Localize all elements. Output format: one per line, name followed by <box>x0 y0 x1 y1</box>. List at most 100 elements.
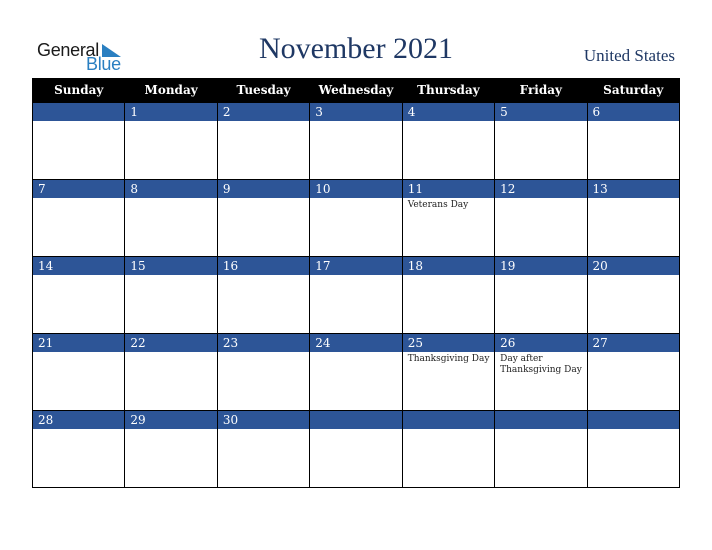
holiday-label <box>588 429 679 431</box>
holiday-label <box>218 198 309 200</box>
day-number: 27 <box>587 334 679 352</box>
day-cell[interactable]: 3 <box>309 102 403 180</box>
day-cell[interactable]: 25 Thanksgiving Day <box>401 333 496 411</box>
week-row: 7 8 9 10 11 Veterans Day 12 13 <box>31 179 681 257</box>
holiday-label <box>33 352 124 354</box>
day-cell[interactable]: 10 <box>309 179 403 257</box>
day-cell[interactable]: 5 <box>494 102 588 180</box>
day-number: 30 <box>217 411 310 429</box>
day-number: 13 <box>587 180 679 198</box>
day-cell[interactable]: 19 <box>494 256 588 334</box>
day-number: 21 <box>33 334 125 352</box>
day-number: 26 <box>495 334 587 352</box>
day-cell[interactable]: 18 <box>401 256 496 334</box>
day-cell[interactable]: 4 <box>401 102 496 180</box>
holiday-label <box>218 121 309 123</box>
holiday-label <box>495 121 586 123</box>
weekday-header: Wednesday <box>309 78 403 103</box>
holiday-label <box>310 198 401 200</box>
day-number: 18 <box>402 257 495 275</box>
holiday-label <box>310 275 401 277</box>
day-cell[interactable]: 21 <box>31 333 126 411</box>
week-row: 14 15 16 17 18 19 20 <box>31 256 681 334</box>
week-row: 123456 <box>31 102 681 180</box>
day-cell[interactable]: 29 <box>124 410 218 488</box>
day-number: 22 <box>125 334 217 352</box>
day-number: 6 <box>587 103 679 121</box>
holiday-label <box>125 275 216 277</box>
holiday-label <box>495 429 586 431</box>
day-cell[interactable]: 12 <box>494 179 588 257</box>
day-number: 17 <box>310 257 402 275</box>
week-row: 28 29 30 <box>31 410 681 488</box>
holiday-label <box>403 429 494 431</box>
holiday-label <box>588 352 679 354</box>
day-cell[interactable]: 24 <box>309 333 403 411</box>
weekday-header: Monday <box>124 78 218 103</box>
day-cell[interactable] <box>586 410 681 488</box>
weekday-header: Sunday <box>31 78 126 103</box>
holiday-label <box>403 275 494 277</box>
day-cell[interactable] <box>401 410 496 488</box>
day-cell[interactable]: 26 Day after Thanksgiving Day <box>494 333 588 411</box>
day-number: 20 <box>587 257 679 275</box>
holiday-label <box>218 275 309 277</box>
day-cell[interactable]: 16 <box>216 256 311 334</box>
holiday-label <box>125 198 216 200</box>
day-cell[interactable]: 15 <box>124 256 218 334</box>
day-cell[interactable]: 20 <box>586 256 681 334</box>
day-cell[interactable]: 22 <box>124 333 218 411</box>
holiday-label <box>403 121 494 123</box>
day-cell[interactable]: 17 <box>309 256 403 334</box>
holiday-label: Veterans Day <box>407 200 469 210</box>
day-number <box>33 103 125 121</box>
day-number: 4 <box>402 103 495 121</box>
day-number: 23 <box>217 334 310 352</box>
day-cell[interactable]: 9 <box>216 179 311 257</box>
weekday-header: Thursday <box>401 78 496 103</box>
holiday-label <box>495 198 586 200</box>
day-number: 1 <box>125 103 217 121</box>
day-number: 7 <box>33 180 125 198</box>
day-cell[interactable]: 28 <box>31 410 126 488</box>
day-number: 3 <box>310 103 402 121</box>
day-cell[interactable]: 14 <box>31 256 126 334</box>
day-cell[interactable]: 7 <box>31 179 126 257</box>
holiday-label <box>125 121 216 123</box>
day-cell[interactable]: 2 <box>216 102 311 180</box>
day-number: 14 <box>33 257 125 275</box>
day-cell[interactable]: 8 <box>124 179 218 257</box>
holiday-label: Day after Thanksgiving Day <box>500 354 582 375</box>
day-cell[interactable]: 13 <box>586 179 681 257</box>
day-cell[interactable]: 30 <box>216 410 311 488</box>
day-cell[interactable]: 1 <box>124 102 218 180</box>
holiday-label <box>588 198 679 200</box>
day-number: 10 <box>310 180 402 198</box>
day-number: 25 <box>402 334 495 352</box>
holiday-label <box>588 121 679 123</box>
holiday-label <box>125 429 216 431</box>
weekday-header-row: Sunday Monday Tuesday Wednesday Thursday… <box>31 78 681 103</box>
day-cell[interactable]: 6 <box>586 102 681 180</box>
holiday-label <box>218 429 309 431</box>
day-number: 11 <box>402 180 495 198</box>
holiday-label <box>310 121 401 123</box>
holiday-label <box>588 275 679 277</box>
day-number <box>587 411 679 429</box>
weekday-header: Friday <box>494 78 588 103</box>
day-number: 5 <box>495 103 587 121</box>
holiday-label: Thanksgiving Day <box>407 354 490 364</box>
day-cell[interactable] <box>494 410 588 488</box>
holiday-label <box>33 121 124 123</box>
day-cell[interactable]: 23 <box>216 333 311 411</box>
day-cell[interactable] <box>309 410 403 488</box>
day-cell[interactable]: 11 Veterans Day <box>401 179 496 257</box>
day-cell[interactable]: 27 <box>586 333 681 411</box>
weekday-header: Tuesday <box>216 78 311 103</box>
holiday-label <box>310 429 401 431</box>
day-number: 12 <box>495 180 587 198</box>
calendar-grid: Sunday Monday Tuesday Wednesday Thursday… <box>31 78 681 488</box>
day-number: 15 <box>125 257 217 275</box>
day-cell[interactable] <box>31 102 126 180</box>
holiday-label <box>310 352 401 354</box>
